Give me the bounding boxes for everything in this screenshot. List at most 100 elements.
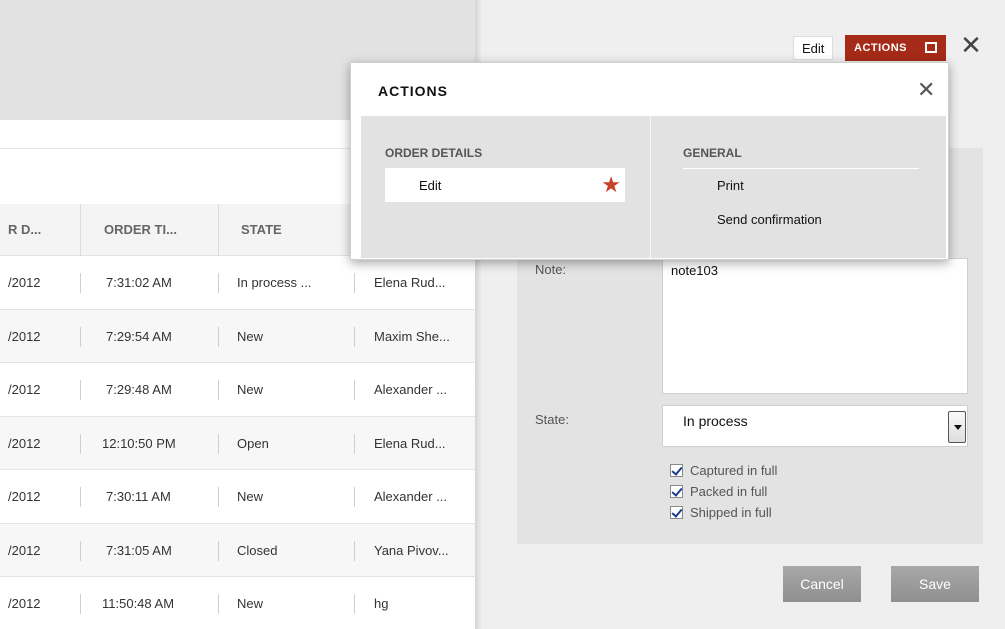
- cell-state: In process ...: [237, 275, 312, 290]
- order-details-heading: ORDER DETAILS: [385, 146, 625, 169]
- cell-separator: [354, 594, 355, 614]
- table-row[interactable]: /2012 12:10:50 PM Open Elena Rud...: [0, 416, 475, 470]
- cell-state: New: [237, 489, 264, 504]
- checkbox-shipped-in-full[interactable]: Shipped in full: [670, 502, 777, 523]
- cell-customer: Elena Rud...: [374, 435, 446, 451]
- table-row[interactable]: /2012 7:29:48 AM New Alexander ...: [0, 363, 475, 417]
- note-label: Note:: [535, 262, 567, 277]
- dropdown-arrow-button[interactable]: [948, 411, 966, 443]
- checkbox-label: Packed in full: [690, 484, 768, 499]
- popup-body: ORDER DETAILS Edit ★ GENERAL Print Send …: [361, 116, 946, 258]
- cell-time: 7:29:54 AM: [106, 328, 172, 344]
- checkbox-checked-icon[interactable]: [670, 464, 683, 477]
- cell-separator: [80, 433, 81, 454]
- section-divider: [650, 116, 651, 258]
- chevron-down-icon: [954, 425, 962, 430]
- cell-separator: [218, 487, 219, 507]
- cell-separator: [218, 540, 219, 561]
- favorite-star-icon[interactable]: ★: [601, 172, 621, 198]
- column-header-order-date[interactable]: R D...: [8, 204, 41, 256]
- general-print-item[interactable]: Print: [683, 169, 919, 203]
- cell-separator: [354, 487, 355, 507]
- external-window-icon: [925, 42, 937, 53]
- checkbox-captured-in-full[interactable]: Captured in full: [670, 460, 777, 481]
- cell-state: New: [237, 596, 264, 611]
- cell-date: /2012: [8, 328, 41, 344]
- fulfillment-checkboxes: Captured in full Packed in full Shipped …: [670, 460, 777, 523]
- table-row[interactable]: /2012 7:30:11 AM New Alexander ...: [0, 470, 475, 524]
- cell-separator: [80, 594, 81, 614]
- cell-state: New: [237, 382, 264, 397]
- checkbox-packed-in-full[interactable]: Packed in full: [670, 481, 777, 502]
- popup-title: ACTIONS: [378, 83, 448, 99]
- cell-date: /2012: [8, 542, 41, 558]
- order-rows: /2012 7:31:02 AM In process ... Elena Ru…: [0, 256, 475, 629]
- cell-date: /2012: [8, 382, 41, 397]
- popup-close-icon[interactable]: ✕: [917, 79, 935, 101]
- column-header-order-time[interactable]: ORDER TI...: [104, 204, 177, 256]
- save-button[interactable]: Save: [891, 566, 979, 602]
- cell-date: /2012: [8, 596, 41, 611]
- cell-separator: [218, 380, 219, 400]
- cell-separator: [218, 594, 219, 614]
- cell-customer: Yana Pivov...: [374, 542, 449, 558]
- cell-separator: [218, 326, 219, 347]
- cell-date: /2012: [8, 435, 41, 451]
- app-root: R D... ORDER TI... STATE /2012 7:31:02 A…: [0, 0, 1005, 629]
- cell-separator: [354, 433, 355, 454]
- edit-button[interactable]: Edit: [793, 36, 834, 60]
- cell-customer: hg: [374, 596, 389, 611]
- cell-time: 7:30:11 AM: [106, 489, 171, 504]
- cell-separator: [218, 433, 219, 454]
- cell-date: /2012: [8, 489, 41, 504]
- state-select-value: In process: [683, 413, 748, 429]
- cell-time: 12:10:50 PM: [102, 435, 176, 451]
- cell-separator: [80, 380, 81, 400]
- table-row[interactable]: /2012 11:50:48 AM New hg: [0, 577, 475, 629]
- general-heading: GENERAL: [683, 146, 919, 169]
- order-details-edit-item[interactable]: Edit ★: [385, 169, 625, 202]
- cell-time: 7:31:05 AM: [106, 542, 172, 558]
- cell-separator: [80, 326, 81, 347]
- column-separator: [80, 204, 81, 256]
- cell-separator: [354, 540, 355, 561]
- cell-separator: [354, 326, 355, 347]
- note-textarea[interactable]: note103: [662, 258, 968, 394]
- general-send-confirmation-item[interactable]: Send confirmation: [683, 203, 919, 237]
- checkbox-label: Captured in full: [690, 463, 778, 478]
- table-row[interactable]: /2012 7:31:02 AM In process ... Elena Ru…: [0, 256, 475, 310]
- actions-popup: ACTIONS ✕ ORDER DETAILS Edit ★ GENERAL P…: [350, 62, 949, 260]
- cell-customer: Maxim She...: [374, 328, 450, 344]
- state-select[interactable]: In process: [662, 405, 968, 447]
- cell-time: 7:31:02 AM: [106, 275, 172, 290]
- cell-customer: Elena Rud...: [374, 275, 446, 290]
- checkbox-checked-icon[interactable]: [670, 506, 683, 519]
- menu-item-label: Edit: [419, 178, 442, 193]
- cell-separator: [80, 487, 81, 507]
- actions-button-label: ACTIONS: [854, 42, 907, 54]
- order-details-section: ORDER DETAILS Edit ★: [385, 146, 625, 202]
- cell-separator: [218, 273, 219, 293]
- cell-separator: [354, 273, 355, 293]
- cell-date: /2012: [8, 275, 41, 290]
- cell-separator: [80, 540, 81, 561]
- cell-separator: [354, 380, 355, 400]
- table-row[interactable]: /2012 7:31:05 AM Closed Yana Pivov...: [0, 523, 475, 577]
- cell-state: Open: [237, 435, 269, 451]
- cell-state: New: [237, 328, 264, 344]
- actions-button[interactable]: ACTIONS: [845, 35, 946, 61]
- cell-customer: Alexander ...: [374, 382, 447, 397]
- cell-customer: Alexander ...: [374, 489, 447, 504]
- cancel-button[interactable]: Cancel: [783, 566, 861, 602]
- table-row[interactable]: /2012 7:29:54 AM New Maxim She...: [0, 309, 475, 363]
- cell-time: 7:29:48 AM: [106, 382, 172, 397]
- column-separator: [218, 204, 219, 256]
- close-icon[interactable]: ✕: [958, 30, 984, 60]
- cell-separator: [80, 273, 81, 293]
- column-header-state[interactable]: STATE: [241, 204, 282, 256]
- cell-time: 11:50:48 AM: [102, 596, 175, 611]
- state-label: State:: [535, 412, 569, 427]
- checkbox-label: Shipped in full: [690, 505, 772, 520]
- checkbox-checked-icon[interactable]: [670, 485, 683, 498]
- cell-state: Closed: [237, 542, 278, 558]
